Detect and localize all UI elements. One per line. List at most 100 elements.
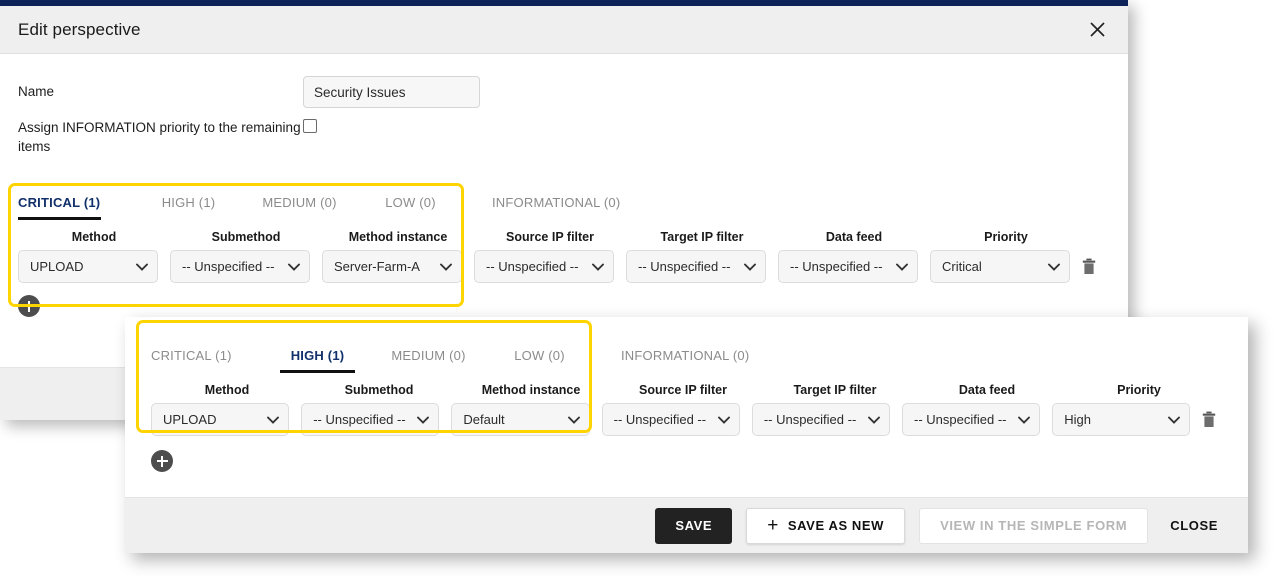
select-submethod[interactable]: -- Unspecified -- xyxy=(301,403,439,436)
tab-list: CRITICAL (1) HIGH (1) MEDIUM (0) LOW (0)… xyxy=(151,333,1222,367)
select-method-instance[interactable]: Default xyxy=(451,403,589,436)
dialog2-body: CRITICAL (1) HIGH (1) MEDIUM (0) LOW (0)… xyxy=(125,333,1248,477)
column-header-method: Method xyxy=(18,230,170,244)
tab-high[interactable]: HIGH (1) xyxy=(133,195,244,214)
select-method[interactable]: UPLOAD xyxy=(151,403,289,436)
assign-priority-row: Assign INFORMATION priority to the remai… xyxy=(18,98,1110,156)
select-method-instance-value: Server-Farm-A xyxy=(334,259,420,274)
select-submethod[interactable]: -- Unspecified -- xyxy=(170,250,310,283)
select-method-value: UPLOAD xyxy=(163,412,216,427)
name-input[interactable] xyxy=(303,76,480,108)
tab-informational[interactable]: INFORMATIONAL (0) xyxy=(466,195,616,214)
dialog-body: Name Assign INFORMATION priority to the … xyxy=(0,54,1128,322)
column-header-data-feed: Data feed xyxy=(778,230,930,244)
plus-icon: + xyxy=(767,516,779,535)
select-data-feed[interactable]: -- Unspecified -- xyxy=(778,250,918,283)
tab-medium[interactable]: MEDIUM (0) xyxy=(373,348,484,367)
delete-rule-button[interactable] xyxy=(1196,411,1222,428)
column-header-method-instance: Method instance xyxy=(322,230,474,244)
select-source-ip-filter-value: -- Unspecified -- xyxy=(614,412,706,427)
screen: Edit perspective Name Assign INFORMATION… xyxy=(0,0,1276,576)
chevron-down-icon xyxy=(1168,416,1180,424)
tab-critical[interactable]: CRITICAL (1) xyxy=(18,195,133,214)
column-header-submethod: Submethod xyxy=(170,230,322,244)
column-header-method-instance: Method instance xyxy=(455,383,607,397)
save-as-new-label: SAVE AS NEW xyxy=(788,518,884,533)
select-priority[interactable]: Critical xyxy=(930,250,1070,283)
save-as-new-button[interactable]: + SAVE AS NEW xyxy=(746,508,905,544)
close-icon[interactable] xyxy=(1084,17,1110,43)
add-rule-button[interactable] xyxy=(18,295,40,317)
add-rule-wrap-2 xyxy=(151,450,1222,477)
column-headers-2: Method Submethod Method instance Source … xyxy=(151,383,1222,397)
chevron-down-icon xyxy=(896,263,908,271)
column-header-data-feed: Data feed xyxy=(911,383,1063,397)
select-method-value: UPLOAD xyxy=(30,259,83,274)
select-target-ip-filter[interactable]: -- Unspecified -- xyxy=(626,250,766,283)
delete-rule-button[interactable] xyxy=(1076,258,1102,275)
select-target-ip-filter[interactable]: -- Unspecified -- xyxy=(752,403,890,436)
tab-high-label: HIGH (1) xyxy=(291,348,345,363)
priority-tabs-1: CRITICAL (1) HIGH (1) MEDIUM (0) LOW (0)… xyxy=(18,180,1110,214)
select-priority-value: High xyxy=(1064,412,1091,427)
rule-row-2: UPLOAD -- Unspecified -- Default xyxy=(151,403,1222,436)
tab-low[interactable]: LOW (0) xyxy=(484,348,595,367)
chevron-down-icon xyxy=(417,416,429,424)
chevron-down-icon xyxy=(1048,263,1060,271)
select-target-ip-filter-value: -- Unspecified -- xyxy=(638,259,730,274)
select-submethod-value: -- Unspecified -- xyxy=(313,412,405,427)
assign-priority-checkbox[interactable] xyxy=(303,119,317,133)
edit-perspective-dialog-secondary: CRITICAL (1) HIGH (1) MEDIUM (0) LOW (0)… xyxy=(125,317,1248,553)
chevron-down-icon xyxy=(267,416,279,424)
column-header-submethod: Submethod xyxy=(303,383,455,397)
chevron-down-icon xyxy=(136,263,148,271)
select-source-ip-filter-value: -- Unspecified -- xyxy=(486,259,578,274)
active-tab-underline xyxy=(18,217,101,220)
column-header-method: Method xyxy=(151,383,303,397)
close-button[interactable]: CLOSE xyxy=(1162,508,1226,544)
select-submethod-value: -- Unspecified -- xyxy=(182,259,274,274)
column-header-priority: Priority xyxy=(930,230,1082,244)
select-source-ip-filter[interactable]: -- Unspecified -- xyxy=(602,403,740,436)
select-data-feed-value: -- Unspecified -- xyxy=(914,412,1006,427)
column-header-target-ip-filter: Target IP filter xyxy=(626,230,778,244)
chevron-down-icon xyxy=(718,416,730,424)
active-tab-underline xyxy=(280,370,355,373)
assign-priority-label: Assign INFORMATION priority to the remai… xyxy=(18,112,303,156)
add-rule-button[interactable] xyxy=(151,450,173,472)
dialog-title: Edit perspective xyxy=(18,20,141,40)
chevron-down-icon xyxy=(1018,416,1030,424)
column-header-target-ip-filter: Target IP filter xyxy=(759,383,911,397)
column-header-source-ip-filter: Source IP filter xyxy=(607,383,759,397)
save-button[interactable]: SAVE xyxy=(655,508,732,544)
tab-list: CRITICAL (1) HIGH (1) MEDIUM (0) LOW (0)… xyxy=(18,180,1110,214)
chevron-down-icon xyxy=(868,416,880,424)
priority-tabs-2: CRITICAL (1) HIGH (1) MEDIUM (0) LOW (0)… xyxy=(151,333,1222,367)
select-method-instance[interactable]: Server-Farm-A xyxy=(322,250,462,283)
chevron-down-icon xyxy=(744,263,756,271)
name-label: Name xyxy=(18,76,303,101)
dialog-header: Edit perspective xyxy=(0,6,1128,54)
select-source-ip-filter[interactable]: -- Unspecified -- xyxy=(474,250,614,283)
view-in-simple-form-button[interactable]: VIEW IN THE SIMPLE FORM xyxy=(919,508,1148,544)
tab-informational[interactable]: INFORMATIONAL (0) xyxy=(595,348,755,367)
tab-medium[interactable]: MEDIUM (0) xyxy=(244,195,355,214)
rule-row-1: UPLOAD -- Unspecified -- Server-Farm-A xyxy=(18,250,1110,283)
chevron-down-icon xyxy=(592,263,604,271)
column-header-source-ip-filter: Source IP filter xyxy=(474,230,626,244)
select-target-ip-filter-value: -- Unspecified -- xyxy=(764,412,856,427)
select-method[interactable]: UPLOAD xyxy=(18,250,158,283)
select-data-feed[interactable]: -- Unspecified -- xyxy=(902,403,1040,436)
chevron-down-icon xyxy=(288,263,300,271)
column-header-priority: Priority xyxy=(1063,383,1215,397)
chevron-down-icon xyxy=(568,416,580,424)
plus-circle-icon xyxy=(18,295,40,317)
select-priority[interactable]: High xyxy=(1052,403,1190,436)
select-method-instance-value: Default xyxy=(463,412,504,427)
tab-high[interactable]: HIGH (1) xyxy=(262,348,373,367)
tab-low[interactable]: LOW (0) xyxy=(355,195,466,214)
tab-critical[interactable]: CRITICAL (1) xyxy=(151,348,262,367)
tab-critical-label: CRITICAL (1) xyxy=(18,195,100,210)
plus-circle-icon xyxy=(151,450,173,472)
column-headers-1: Method Submethod Method instance Source … xyxy=(18,230,1110,244)
